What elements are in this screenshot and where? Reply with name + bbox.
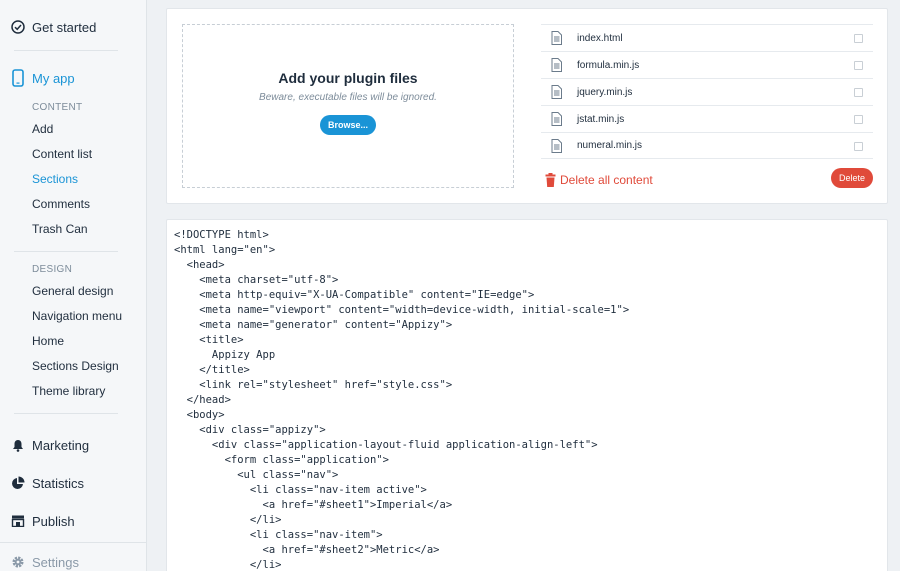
nav-my-app-label: My app [32,70,75,86]
file-name: numeral.min.js [577,140,643,151]
nav-settings-label: Settings [32,554,79,570]
nav-get-started[interactable]: Get started [0,8,146,46]
document-icon [551,139,562,158]
file-name: formula.min.js [577,59,640,71]
divider [14,251,118,252]
dropzone-title: Add your plugin files [278,70,418,86]
file-row: jstat.min.js [541,105,873,132]
nav-settings[interactable]: Settings [0,543,146,571]
delete-all-content-link[interactable]: Delete all content [545,173,653,187]
delete-all-label: Delete all content [560,173,653,187]
code-content: <!DOCTYPE html> <html lang="en"> <head> <… [174,228,629,571]
code-line: <meta http-equiv="X-UA-Compatible" conte… [174,289,535,301]
sidebar-item-sections[interactable]: Sections [0,167,146,192]
code-line: <body> [174,409,225,421]
nav-my-app[interactable]: My app [0,59,146,97]
file-name: jquery.min.js [577,86,633,98]
code-line: <html lang="en"> [174,244,276,256]
document-icon [551,31,562,50]
code-line: <!DOCTYPE html> [174,229,269,241]
trash-icon [545,173,556,187]
file-row: index.html [541,24,873,51]
sidebar-item-navigation-menu[interactable]: Navigation menu [0,304,146,329]
sidebar-item-content-list[interactable]: Content list [0,142,146,167]
smartphone-icon [10,69,26,87]
code-line: <title> [174,334,244,346]
code-line: <meta charset="utf-8"> [174,274,339,286]
document-icon [551,112,562,131]
document-icon [551,58,562,77]
bell-icon [10,437,26,453]
file-row: formula.min.js [541,51,873,78]
file-row: jquery.min.js [541,78,873,105]
code-line: </head> [174,394,231,406]
sidebar: Get started My app CONTENT Add Content l… [0,0,147,571]
check-circle-icon [10,19,26,35]
code-line: <li class="nav-item active"> [174,484,427,496]
code-line: <link rel="stylesheet" href="style.css"> [174,379,453,391]
sidebar-item-home[interactable]: Home [0,329,146,354]
file-checkbox[interactable] [854,34,863,43]
store-icon [10,513,26,529]
sidebar-item-comments[interactable]: Comments [0,192,146,217]
file-checkbox[interactable] [854,88,863,97]
code-line: </title> [174,364,250,376]
code-line: <div class="appizy"> [174,424,326,436]
sidebar-item-general-design[interactable]: General design [0,279,146,304]
nav-statistics[interactable]: Statistics [0,464,146,502]
code-line: </li> [174,559,282,571]
code-line: Appizy App [174,349,276,361]
code-line: <a href="#sheet1">Imperial</a> [174,499,453,511]
code-line: </li> [174,514,282,526]
nav-marketing[interactable]: Marketing [0,426,146,464]
sidebar-item-theme-library[interactable]: Theme library [0,379,146,404]
code-line: <div class="application-layout-fluid app… [174,439,598,451]
gear-icon [10,554,26,570]
file-checkbox[interactable] [854,142,863,151]
code-line: <meta name="generator" content="Appizy"> [174,319,453,331]
browse-button[interactable]: Browse... [319,115,376,135]
code-line: <li class="nav-item"> [174,529,383,541]
code-line: <head> [174,259,225,271]
nav-publish[interactable]: Publish [0,502,146,540]
content-section-title: CONTENT [32,102,83,113]
nav-get-started-label: Get started [32,19,97,35]
pie-chart-icon [10,475,26,491]
file-name: index.html [577,32,623,44]
sidebar-item-sections-design[interactable]: Sections Design [0,354,146,379]
document-icon [551,85,562,104]
plugin-files-card: Add your plugin files Beware, executable… [166,8,888,204]
design-section-title: DESIGN [32,264,73,275]
delete-button[interactable]: Delete [831,168,873,188]
code-line: <a href="#sheet2">Metric</a> [174,544,440,556]
file-checkbox[interactable] [854,61,863,70]
divider [14,413,118,414]
code-line: <ul class="nav"> [174,469,339,481]
file-checkbox[interactable] [854,115,863,124]
file-name: jstat.min.js [577,113,625,125]
sidebar-item-trash-can[interactable]: Trash Can [0,217,146,242]
file-dropzone[interactable]: Add your plugin files Beware, executable… [182,24,514,188]
code-line: <meta name="viewport" content="width=dev… [174,304,630,316]
nav-marketing-label: Marketing [32,437,90,453]
nav-statistics-label: Statistics [32,475,85,491]
file-list: index.html formula.min.js jquery.min.js … [541,24,873,159]
nav-publish-label: Publish [32,513,75,529]
file-row: numeral.min.js [541,132,873,159]
dropzone-subtitle: Beware, executable files will be ignored… [259,92,437,103]
sidebar-item-add[interactable]: Add [0,117,146,142]
divider [14,50,118,51]
code-line: <form class="application"> [174,454,389,466]
code-viewer[interactable]: <!DOCTYPE html> <html lang="en"> <head> <… [166,219,888,571]
